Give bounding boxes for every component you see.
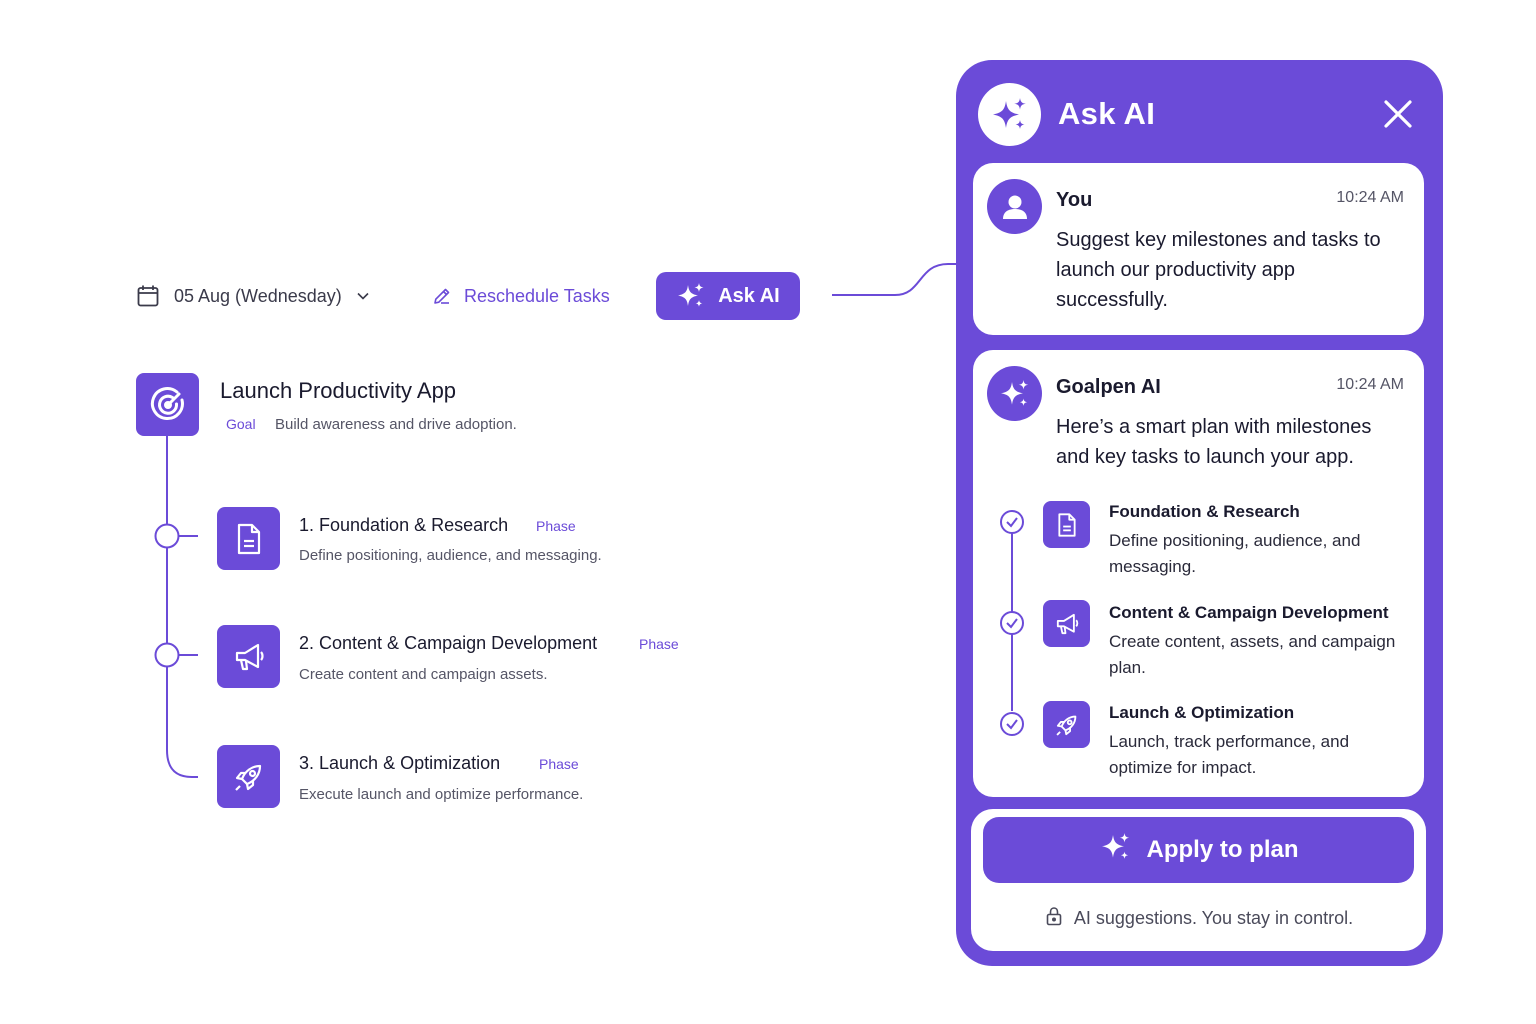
user-message-text: Suggest key milestones and tasks to laun… bbox=[1056, 229, 1381, 311]
phase-2-tag: Phase bbox=[639, 636, 679, 652]
date-picker[interactable]: 05 Aug (Wednesday) bbox=[136, 280, 370, 312]
footer-note: AI suggestions. You stay in control. bbox=[971, 906, 1426, 931]
panel-footer: Apply to plan AI suggestions. You stay i… bbox=[971, 809, 1426, 951]
ai-step-3-title: Launch & Optimization bbox=[1109, 703, 1295, 722]
ai-step-3-description: Launch, track performance, and optimize … bbox=[1109, 732, 1350, 777]
close-icon[interactable] bbox=[1380, 96, 1416, 132]
user-message-card: You 10:24 AM Suggest key milestones and … bbox=[973, 163, 1424, 335]
megaphone-icon bbox=[217, 625, 280, 688]
phase-3-description: Execute launch and optimize performance. bbox=[299, 786, 584, 803]
ai-avatar-icon bbox=[987, 366, 1042, 421]
reschedule-label: Reschedule Tasks bbox=[464, 285, 610, 306]
pencil-icon bbox=[432, 286, 452, 306]
sparkle-logo-icon bbox=[978, 83, 1041, 146]
ai-steps-timeline bbox=[1000, 510, 1024, 736]
lock-icon bbox=[1044, 906, 1064, 931]
panel-title: Ask AI bbox=[1058, 96, 1156, 131]
check-circle-icon bbox=[1000, 712, 1024, 736]
sparkle-icon bbox=[1099, 830, 1133, 871]
ask-ai-label: Ask AI bbox=[718, 284, 780, 307]
apply-to-plan-label: Apply to plan bbox=[1146, 836, 1299, 863]
footer-note-text: AI suggestions. You stay in control. bbox=[1073, 908, 1354, 928]
user-avatar-icon bbox=[987, 179, 1042, 234]
check-circle-icon bbox=[1000, 510, 1024, 534]
document-icon bbox=[217, 507, 280, 570]
calendar-icon bbox=[136, 284, 160, 308]
goal-description: Build awareness and drive adoption. bbox=[275, 416, 517, 433]
document-icon bbox=[1043, 501, 1090, 548]
connector-line bbox=[832, 263, 958, 296]
rocket-icon bbox=[1043, 701, 1090, 748]
toolbar: 05 Aug (Wednesday) Reschedule Tasks Ask … bbox=[136, 272, 800, 320]
ai-name: Goalpen AI bbox=[1056, 376, 1161, 398]
ai-step-1-description: Define positioning, audience, and messag… bbox=[1109, 531, 1361, 576]
goal-target-icon bbox=[136, 373, 199, 436]
phase-1-tag: Phase bbox=[536, 518, 576, 534]
ai-step-2-title: Content & Campaign Development bbox=[1109, 603, 1389, 622]
megaphone-icon bbox=[1043, 600, 1090, 647]
ai-step-2-description: Create content, assets, and campaign pla… bbox=[1109, 632, 1396, 677]
phase-tree-lines bbox=[154, 436, 198, 778]
chevron-down-icon[interactable] bbox=[356, 289, 370, 303]
ai-message-time: 10:24 AM bbox=[1336, 376, 1404, 393]
phase-3-title: 3. Launch & Optimization bbox=[299, 753, 501, 773]
check-circle-icon bbox=[1000, 611, 1024, 635]
ask-ai-button[interactable]: Ask AI bbox=[656, 272, 800, 320]
phase-1-title: 1. Foundation & Research bbox=[299, 515, 509, 535]
goal-tag: Goal bbox=[226, 416, 256, 432]
sparkle-icon bbox=[676, 281, 706, 311]
phase-1-description: Define positioning, audience, and messag… bbox=[299, 547, 602, 564]
ai-step-1-title: Foundation & Research bbox=[1109, 502, 1300, 521]
ai-message-text: Here’s a smart plan with milestones and … bbox=[1056, 416, 1372, 468]
goal-title: Launch Productivity App bbox=[220, 378, 457, 403]
reschedule-tasks-button[interactable]: Reschedule Tasks bbox=[432, 280, 610, 312]
apply-to-plan-button[interactable]: Apply to plan bbox=[983, 817, 1414, 883]
phase-3-tag: Phase bbox=[539, 756, 579, 772]
ai-message-card: Goalpen AI 10:24 AM Here’s a smart plan … bbox=[973, 350, 1424, 797]
ask-ai-panel: Ask AI You 10:24 AM Suggest key mileston… bbox=[956, 60, 1443, 966]
user-message-time: 10:24 AM bbox=[1336, 189, 1404, 206]
user-name: You bbox=[1056, 189, 1093, 211]
phase-2-title: 2. Content & Campaign Development bbox=[299, 633, 598, 653]
rocket-icon bbox=[217, 745, 280, 808]
phase-2-description: Create content and campaign assets. bbox=[299, 666, 548, 683]
date-label: 05 Aug (Wednesday) bbox=[174, 285, 342, 306]
